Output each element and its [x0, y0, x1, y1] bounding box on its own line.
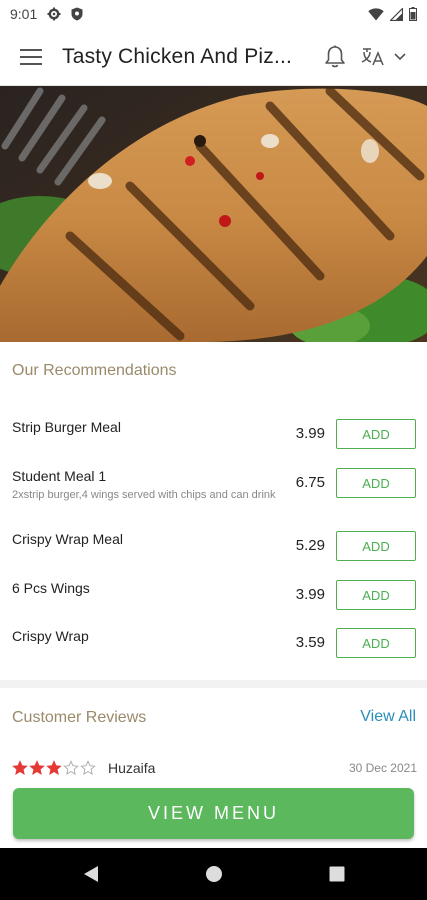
- menu-item-name: Strip Burger Meal: [12, 419, 121, 435]
- view-menu-button[interactable]: VIEW MENU: [13, 788, 414, 839]
- menu-item-name: 6 Pcs Wings: [12, 580, 90, 596]
- system-nav-bar: [0, 848, 427, 900]
- back-button[interactable]: [29, 848, 152, 900]
- home-icon: [205, 866, 222, 882]
- page-title: Tasty Chicken And Piz...: [62, 44, 293, 68]
- reviewer-name: Huzaifa: [108, 760, 156, 776]
- language-selector[interactable]: [356, 28, 406, 86]
- hero-image: [0, 86, 427, 342]
- status-time: 9:01: [10, 6, 38, 22]
- settings-icon: [47, 7, 61, 21]
- menu-item-price: 3.99: [295, 586, 325, 603]
- notifications-button[interactable]: [314, 28, 356, 86]
- add-button[interactable]: ADD: [336, 628, 416, 658]
- shield-icon: [71, 7, 83, 21]
- menu-button[interactable]: [0, 28, 62, 86]
- star-filled-icon: [12, 760, 28, 775]
- back-icon: [83, 866, 98, 882]
- status-bar: 9:01: [0, 0, 427, 28]
- menu-item-price: 6.75: [295, 474, 325, 491]
- menu-item-price: 3.99: [295, 425, 325, 442]
- star-filled-icon: [46, 760, 62, 775]
- add-button[interactable]: ADD: [336, 468, 416, 498]
- battery-icon: [409, 7, 417, 21]
- recommendations-section: Our Recommendations Strip Burger Meal 3.…: [0, 342, 427, 680]
- star-filled-icon: [29, 760, 45, 775]
- add-button[interactable]: ADD: [336, 419, 416, 449]
- menu-item-price: 3.59: [295, 634, 325, 651]
- menu-item-name: Crispy Wrap Meal: [12, 531, 123, 547]
- menu-item-price: 5.29: [295, 537, 325, 554]
- wifi-icon: [368, 7, 384, 21]
- app-bar: Tasty Chicken And Piz...: [0, 28, 427, 86]
- recommendations-title: Our Recommendations: [12, 362, 177, 379]
- section-divider: [0, 680, 427, 688]
- language-icon: [361, 47, 384, 65]
- review-item: Huzaifa 30 Dec 2021: [12, 758, 417, 778]
- recents-icon: [329, 866, 344, 882]
- home-button[interactable]: [152, 848, 275, 900]
- add-button[interactable]: ADD: [336, 580, 416, 610]
- star-empty-icon: [63, 760, 79, 775]
- bell-icon: [325, 45, 345, 67]
- menu-item-name: Crispy Wrap: [12, 628, 89, 644]
- add-button[interactable]: ADD: [336, 531, 416, 561]
- chevron-down-icon: [394, 52, 406, 60]
- star-empty-icon: [80, 760, 96, 775]
- review-date: 30 Dec 2021: [348, 761, 417, 775]
- menu-icon: [20, 48, 42, 65]
- signal-icon: [390, 7, 403, 21]
- view-all-link[interactable]: View All: [360, 708, 416, 726]
- reviews-title: Customer Reviews: [12, 709, 147, 726]
- reviews-section: Customer Reviews View All Huzaifa 30 Dec…: [0, 688, 427, 788]
- star-rating: [12, 760, 96, 776]
- recents-button[interactable]: [275, 848, 398, 900]
- menu-item-description: 2xstrip burger,4 wings served with chips…: [12, 489, 276, 501]
- menu-item-name: Student Meal 1: [12, 468, 107, 484]
